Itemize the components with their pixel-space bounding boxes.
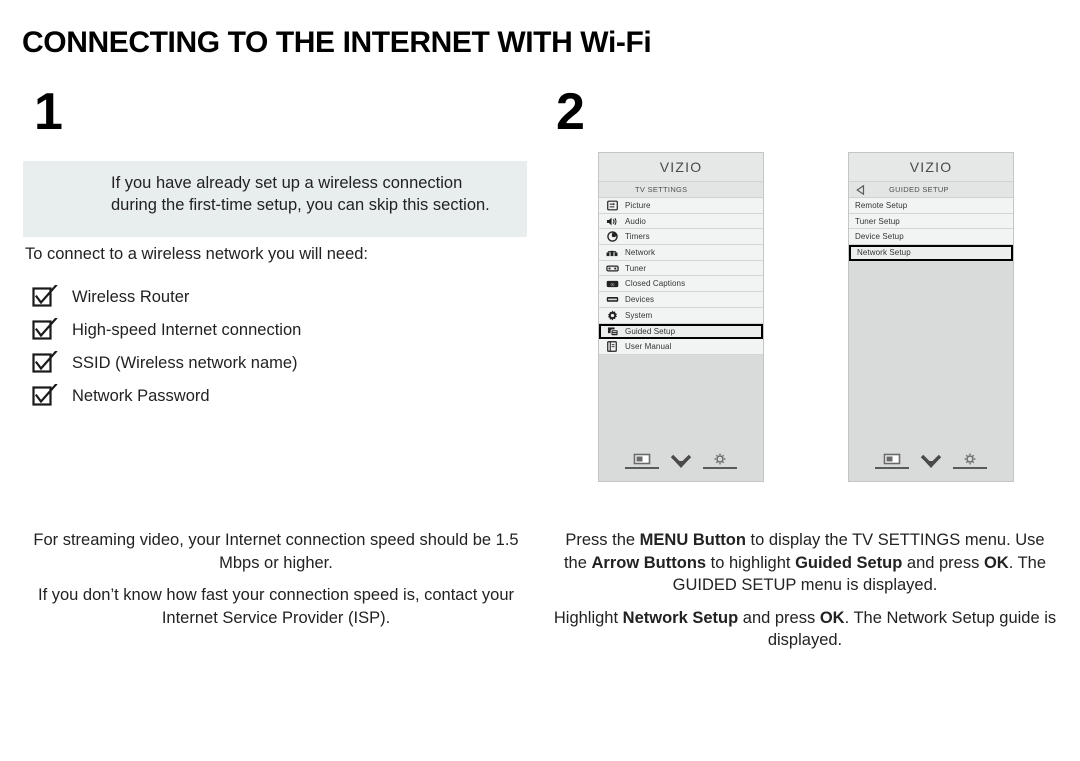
tv-settings-menu-list: Picture Audio Timers Network Tuner cc Closed C… bbox=[599, 198, 763, 465]
body-text: and press bbox=[738, 608, 820, 627]
menu-row-label: Tuner Setup bbox=[855, 216, 900, 226]
menu-row-label: System bbox=[625, 310, 653, 320]
menu-header-guided-setup: GUIDED SETUP bbox=[849, 181, 1013, 198]
list-item-label: Wireless Router bbox=[72, 287, 190, 306]
list-item: High-speed Internet connection bbox=[32, 316, 502, 344]
menu-row-label: Audio bbox=[625, 216, 646, 226]
tuner-icon bbox=[599, 264, 625, 273]
emphasis-text: Guided Setup bbox=[795, 553, 903, 572]
instruction-paragraph-1: Press the MENU Button to display the TV … bbox=[552, 529, 1058, 597]
menu-row-label: Network bbox=[625, 247, 656, 257]
clock-icon bbox=[599, 231, 625, 242]
note-text: If you have already set up a wireless co… bbox=[111, 174, 490, 214]
menu-row-label: Devices bbox=[625, 294, 655, 304]
screen-icon[interactable] bbox=[625, 453, 659, 469]
footnote-line-1: For streaming video, your Internet conne… bbox=[33, 531, 519, 572]
svg-text:cc: cc bbox=[610, 282, 614, 286]
screen-icon[interactable] bbox=[875, 453, 909, 469]
network-icon bbox=[599, 247, 625, 257]
emphasis-text: MENU Button bbox=[639, 531, 746, 549]
checkbox-checked-icon bbox=[32, 351, 70, 375]
menu-row[interactable]: Tuner Setup bbox=[849, 213, 1013, 230]
requirements-list: Wireless Router High-speed Internet conn… bbox=[32, 283, 502, 415]
chevron-double-down-icon[interactable] bbox=[669, 454, 693, 469]
footnote-line-2: If you don’t know how fast your connecti… bbox=[37, 586, 515, 627]
menu-row[interactable]: System bbox=[599, 307, 763, 324]
body-text: to highlight bbox=[706, 553, 796, 572]
brightness-gear-icon[interactable] bbox=[703, 453, 737, 469]
emphasis-text: Network Setup bbox=[622, 608, 739, 627]
menu-header-tv-settings: TV SETTINGS bbox=[599, 181, 763, 198]
body-text: Press the bbox=[565, 531, 640, 549]
tv-screen-tv-settings: VIZIO TV SETTINGS Picture Audio Timers Netw… bbox=[598, 152, 764, 482]
menu-row[interactable]: Picture bbox=[599, 198, 763, 214]
menu-header-label: TV SETTINGS bbox=[635, 185, 688, 194]
body-text: and press bbox=[902, 553, 984, 572]
menu-row-label: Network Setup bbox=[857, 248, 911, 258]
menu-row-label: Remote Setup bbox=[855, 200, 908, 210]
menu-row[interactable]: Devices bbox=[599, 292, 763, 308]
menu-row-selected[interactable]: Guided Setup bbox=[599, 323, 763, 340]
speaker-icon bbox=[599, 216, 625, 227]
menu-row[interactable]: Remote Setup bbox=[849, 198, 1013, 214]
checkbox-checked-icon bbox=[32, 384, 70, 408]
checkbox-checked-icon bbox=[32, 318, 70, 342]
menu-row[interactable]: Device Setup bbox=[849, 229, 1013, 246]
guided-setup-menu-list: Remote Setup Tuner Setup Device Setup Netwo… bbox=[849, 198, 1013, 466]
menu-row[interactable]: Timers bbox=[599, 229, 763, 246]
menu-row-label: User Manual bbox=[625, 342, 672, 352]
list-item-label: SSID (Wireless network name) bbox=[72, 353, 298, 372]
emphasis-text: OK bbox=[983, 553, 1009, 572]
closed-captions-icon: cc bbox=[599, 280, 625, 288]
menu-row[interactable]: Audio bbox=[599, 213, 763, 230]
back-arrow-icon[interactable] bbox=[853, 184, 867, 195]
step-number-1: 1 bbox=[34, 83, 63, 141]
devices-icon bbox=[599, 296, 625, 303]
list-item: SSID (Wireless network name) bbox=[32, 349, 502, 377]
manual-icon bbox=[599, 341, 625, 352]
list-item-label: Network Password bbox=[72, 386, 210, 405]
vizio-logo: VIZIO bbox=[599, 153, 763, 181]
instruction-paragraph-2: Highlight Network Setup and press OK. Th… bbox=[552, 607, 1058, 652]
guided-setup-icon bbox=[601, 326, 625, 337]
menu-row-label: Guided Setup bbox=[625, 326, 676, 336]
requirements-intro: To connect to a wireless network you wil… bbox=[25, 245, 369, 263]
picture-icon bbox=[599, 200, 625, 211]
tv-bottom-toolbar-1 bbox=[599, 453, 763, 469]
menu-row[interactable]: Network bbox=[599, 245, 763, 261]
vizio-logo: VIZIO bbox=[849, 153, 1013, 181]
menu-empty-area bbox=[849, 260, 1013, 466]
note-box: If you have already set up a wireless co… bbox=[23, 161, 527, 237]
gear-icon bbox=[599, 310, 625, 321]
menu-row[interactable]: User Manual bbox=[599, 339, 763, 355]
brightness-gear-icon[interactable] bbox=[953, 453, 987, 469]
menu-row[interactable]: cc Closed Captions bbox=[599, 276, 763, 293]
menu-row[interactable]: Tuner bbox=[599, 260, 763, 277]
menu-row-label: Tuner bbox=[625, 263, 647, 273]
tv-screen-guided-setup: VIZIO GUIDED SETUP Remote Setup Tuner Set… bbox=[848, 152, 1014, 482]
list-item: Network Password bbox=[32, 382, 502, 410]
instruction-block: Press the MENU Button to display the TV … bbox=[552, 529, 1058, 652]
emphasis-text: OK bbox=[819, 608, 845, 627]
tv-bottom-toolbar-2 bbox=[849, 453, 1013, 469]
menu-empty-area bbox=[599, 354, 763, 465]
step-number-2: 2 bbox=[556, 83, 585, 141]
page-title: CONNECTING TO THE INTERNET WITH Wi-Fi bbox=[22, 26, 652, 59]
emphasis-text: Arrow Buttons bbox=[591, 553, 707, 572]
list-item: Wireless Router bbox=[32, 283, 502, 311]
menu-row-label: Picture bbox=[625, 200, 651, 210]
menu-row-selected[interactable]: Network Setup bbox=[849, 245, 1013, 261]
menu-row-label: Closed Captions bbox=[625, 279, 686, 289]
footnote-block: For streaming video, your Internet conne… bbox=[23, 529, 529, 629]
list-item-label: High-speed Internet connection bbox=[72, 320, 302, 339]
chevron-double-down-icon[interactable] bbox=[919, 454, 943, 469]
checkbox-checked-icon bbox=[32, 285, 70, 309]
menu-row-label: Timers bbox=[625, 232, 650, 242]
menu-row-label: Device Setup bbox=[855, 232, 904, 242]
menu-header-label: GUIDED SETUP bbox=[889, 185, 949, 194]
body-text: Highlight bbox=[553, 608, 623, 627]
